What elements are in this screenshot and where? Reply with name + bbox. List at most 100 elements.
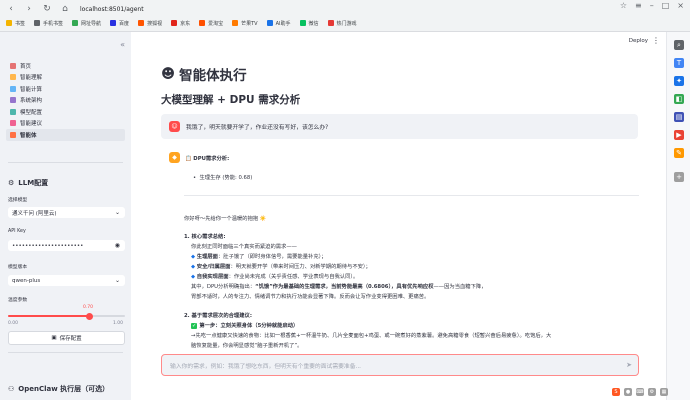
eye-icon[interactable]: ◉ bbox=[115, 242, 120, 249]
collapse-sidebar-icon[interactable]: « bbox=[120, 40, 125, 49]
core-item: ◆ 安全/归属层面：明天就要开学（带来时间压力、对新学期的期待与不安）； bbox=[191, 264, 371, 270]
bookmark-item[interactable]: 热门游戏 bbox=[327, 20, 357, 27]
user-message-text: 我饿了，明天就要开学了，作业还没有写好，该怎么办? bbox=[186, 125, 329, 131]
sidebar-item[interactable]: 首页 bbox=[6, 60, 125, 72]
bookmark-item[interactable]: 书签 bbox=[6, 20, 25, 27]
more-menu-icon[interactable]: ⋮ bbox=[652, 36, 660, 45]
star-icon[interactable]: ☆ bbox=[620, 1, 627, 10]
ai-icon[interactable]: ✦ bbox=[674, 76, 684, 86]
model-select-value: 通义千问 (阿里云) bbox=[12, 210, 57, 217]
slider-handle[interactable] bbox=[86, 312, 94, 320]
dpu-heading: 📋 DPU需求分析: bbox=[185, 156, 230, 162]
menu-icon[interactable]: ≡ bbox=[635, 1, 642, 10]
user-avatar-icon: ☺ bbox=[169, 121, 180, 132]
bookmark-item[interactable]: 百度 bbox=[110, 20, 129, 27]
nav-icon bbox=[10, 62, 16, 69]
robot-icon: ⚇ bbox=[8, 385, 15, 393]
sidebar-item[interactable]: 智能理解 bbox=[6, 72, 125, 84]
clipboard-icon: 📋 bbox=[185, 156, 192, 162]
temperature-slider[interactable] bbox=[8, 312, 125, 320]
bookmark-item[interactable]: 爱淘宝 bbox=[199, 20, 223, 27]
deploy-button[interactable]: Deploy bbox=[629, 38, 648, 44]
system-tray: S ● ⌨ ⚙ ▦ bbox=[612, 388, 668, 396]
nav-icon bbox=[10, 131, 16, 138]
gear-icon: ⚙ bbox=[8, 179, 15, 187]
version-value: qwen-plus bbox=[12, 277, 41, 284]
home-icon[interactable]: ⌂ bbox=[60, 4, 70, 14]
bookmark-item[interactable]: 芒果TV bbox=[232, 20, 258, 27]
assistant-avatar-icon: ◆ bbox=[169, 152, 180, 163]
chevron-down-icon: ⌄ bbox=[114, 277, 120, 284]
bookmark-icon bbox=[171, 20, 178, 26]
sidebar-item[interactable]: 智能计算 bbox=[6, 83, 125, 95]
model-select[interactable]: 通义千问 (阿里云) ⌄ bbox=[8, 207, 125, 218]
step1-text: →先吃一点健康又快速的食物：比如一根香蕉+一杯温牛奶、几片全麦面包+鸡蛋、或一碗… bbox=[191, 333, 552, 339]
divider bbox=[8, 162, 123, 163]
nav-icon bbox=[10, 97, 16, 104]
reader-icon[interactable]: ▤ bbox=[674, 112, 684, 122]
save-config-button[interactable]: ▣ 保存配置 bbox=[8, 331, 125, 345]
divider bbox=[184, 195, 639, 196]
core-conclusion: 其中，DPU分析明确指出：“饥饿”作为最基础的生理需求，当前势能最高（0.680… bbox=[191, 284, 487, 290]
keyboard-icon[interactable]: ⌨ bbox=[636, 388, 644, 396]
robot-icon: ☻ bbox=[161, 66, 176, 82]
bookmark-icon bbox=[232, 20, 239, 26]
nav-icon bbox=[10, 74, 16, 81]
step1-text: 脑恢复能量，你会明显感觉“脑子重新开机了”。 bbox=[191, 343, 303, 349]
back-icon[interactable]: ‹ bbox=[6, 4, 16, 14]
chat-input[interactable]: 输入你的需求，例如：我饿了想吃东西，但明天有个重要的面试需要准备... ➤ bbox=[161, 354, 639, 376]
sidebar-item[interactable]: 智能体 bbox=[6, 129, 125, 141]
bookmark-icon bbox=[327, 20, 334, 26]
mic-icon[interactable]: ● bbox=[624, 388, 632, 396]
save-icon: ▣ bbox=[51, 335, 57, 341]
check-icon: ✓ bbox=[191, 323, 198, 329]
bookmark-item[interactable]: 网址导航 bbox=[72, 20, 101, 27]
model-select-label: 选择模型 bbox=[8, 198, 28, 203]
settings-icon[interactable]: ⚙ bbox=[648, 388, 656, 396]
bookmark-icon bbox=[138, 20, 145, 26]
bookmark-icon bbox=[299, 20, 306, 26]
send-icon[interactable]: ➤ bbox=[626, 361, 632, 369]
browser-actions: ☆ ≡ – □ × bbox=[620, 1, 684, 10]
sidebar-item[interactable]: 系统架构 bbox=[6, 95, 125, 107]
slider-max: 1.00 bbox=[113, 321, 124, 326]
core-intro: 你此刻正同时面临三个真实而紧迫的需求—— bbox=[191, 244, 297, 250]
minimize-icon[interactable]: – bbox=[650, 1, 654, 10]
add-icon[interactable]: + bbox=[674, 172, 684, 182]
version-label: 模型版本 bbox=[8, 265, 28, 270]
nav-icon bbox=[10, 108, 16, 115]
grid-icon[interactable]: ▦ bbox=[660, 388, 668, 396]
bookmark-item[interactable]: 京东 bbox=[171, 20, 190, 27]
bookmark-item[interactable]: AI助手 bbox=[266, 20, 291, 27]
note-icon[interactable]: ✎ bbox=[674, 148, 684, 158]
sidebar: « 首页 智能理解 智能计算 系统架构 模型配置 智能建议 智能体 ⚙ LLM配置 选择模型… bbox=[0, 32, 131, 400]
user-message: ☺ 我饿了，明天就要开学了，作业还没有写好，该怎么办? bbox=[161, 114, 638, 139]
nav-icon bbox=[10, 120, 16, 127]
bookmark-item[interactable]: 搜狐视 bbox=[138, 20, 162, 27]
maximize-icon[interactable]: □ bbox=[662, 1, 670, 10]
temperature-value: 0.70 bbox=[83, 305, 94, 310]
bookmark-icon bbox=[72, 20, 79, 26]
chevron-down-icon: ⌄ bbox=[114, 209, 120, 216]
address-bar[interactable]: localhost:8501/agent bbox=[80, 6, 144, 13]
video-icon[interactable]: ▶ bbox=[674, 130, 684, 140]
bookmark-item[interactable]: 微信 bbox=[299, 20, 319, 27]
bookmarks-bar: 书签 手机书签 网址导航 百度 搜狐视 京东 爱淘宝 芒果TV AI助手 微信 热门游戏 bbox=[6, 17, 690, 29]
apikey-value: •••••••••••••••••••••• bbox=[12, 242, 84, 249]
ime-icon[interactable]: S bbox=[612, 388, 620, 396]
apikey-input[interactable]: •••••••••••••••••••••• ◉ bbox=[8, 240, 125, 251]
close-icon[interactable]: × bbox=[677, 1, 684, 10]
search-icon[interactable]: ⌕ bbox=[674, 40, 684, 50]
pin-icon: ◆ bbox=[191, 254, 196, 260]
bookmark-icon bbox=[34, 20, 41, 26]
version-select[interactable]: qwen-plus ⌄ bbox=[8, 275, 125, 286]
bookmark-item[interactable]: 手机书签 bbox=[34, 20, 63, 27]
translate-icon[interactable]: T bbox=[674, 58, 684, 68]
forward-icon[interactable]: › bbox=[24, 4, 34, 14]
sidebar-item[interactable]: 智能建议 bbox=[6, 118, 125, 130]
sidebar-item[interactable]: 模型配置 bbox=[6, 106, 125, 118]
bookmark-icon[interactable]: ◧ bbox=[674, 94, 684, 104]
reload-icon[interactable]: ↻ bbox=[42, 4, 52, 14]
llm-config-title: ⚙ LLM配置 bbox=[8, 179, 49, 187]
bookmark-icon bbox=[110, 20, 117, 26]
